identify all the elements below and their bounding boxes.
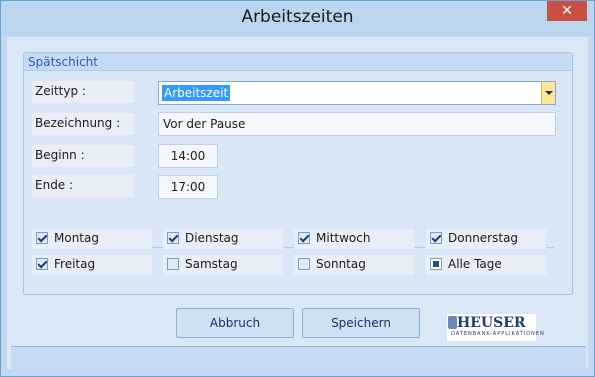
window-title: Arbeitszeiten [241,7,354,27]
day-alle-tage[interactable]: Alle Tage [426,255,546,275]
checkbox-icon[interactable] [298,232,310,244]
day-sonntag[interactable]: Sonntag [294,255,414,275]
beginn-label: Beginn : [32,145,134,167]
checkbox-icon[interactable] [298,258,310,270]
chevron-down-icon [545,91,553,95]
checkbox-icon[interactable] [430,258,442,270]
ende-label: Ende : [32,175,134,197]
dialog-window: Arbeitszeiten ✕ Spätschicht Zeittyp : Ar… [0,0,595,377]
checkbox-icon[interactable] [167,258,179,270]
zeittyp-value: Arbeitszeit [162,85,231,101]
logo-tagline: DATENBANK-APPLIKATIONEN [451,331,545,337]
save-button[interactable]: Speichern [302,308,420,338]
day-donnerstag[interactable]: Donnerstag [426,229,546,249]
checkbox-icon[interactable] [36,258,48,270]
checkbox-icon[interactable] [36,232,48,244]
day-label: Montag [54,231,99,245]
day-label: Dienstag [185,231,239,245]
checkbox-icon[interactable] [430,232,442,244]
status-bar [11,346,586,369]
bezeichnung-label: Bezeichnung : [32,113,134,135]
shift-group: Spätschicht Zeittyp : Arbeitszeit Bezeic… [23,52,573,295]
close-button[interactable]: ✕ [547,1,587,21]
group-title: Spätschicht [24,53,572,71]
ende-input[interactable]: 17:00 [158,175,218,199]
logo-mark-icon [448,316,457,329]
heuser-logo: HEUSER DATENBANK-APPLIKATIONEN [447,314,544,341]
cancel-button[interactable]: Abbruch [176,308,294,338]
zeittyp-label: Zeittyp : [32,81,134,103]
day-label: Sonntag [316,257,366,271]
bezeichnung-input[interactable]: Vor der Pause [158,112,556,136]
day-mittwoch[interactable]: Mittwoch [294,229,414,249]
dialog-client: Spätschicht Zeittyp : Arbeitszeit Bezeic… [7,37,588,369]
title-bar: Arbeitszeiten ✕ [1,1,594,36]
dropdown-button[interactable] [541,82,555,104]
day-samstag[interactable]: Samstag [163,255,283,275]
logo-name: HEUSER [457,315,526,331]
day-montag[interactable]: Montag [32,229,152,249]
zeittyp-select[interactable]: Arbeitszeit [158,81,556,105]
checkbox-icon[interactable] [167,232,179,244]
day-label: Alle Tage [448,257,502,271]
day-freitag[interactable]: Freitag [32,255,152,275]
day-label: Samstag [185,257,238,271]
day-label: Donnerstag [448,231,519,245]
day-dienstag[interactable]: Dienstag [163,229,283,249]
beginn-input[interactable]: 14:00 [158,144,218,168]
day-label: Freitag [54,257,96,271]
day-label: Mittwoch [316,231,371,245]
